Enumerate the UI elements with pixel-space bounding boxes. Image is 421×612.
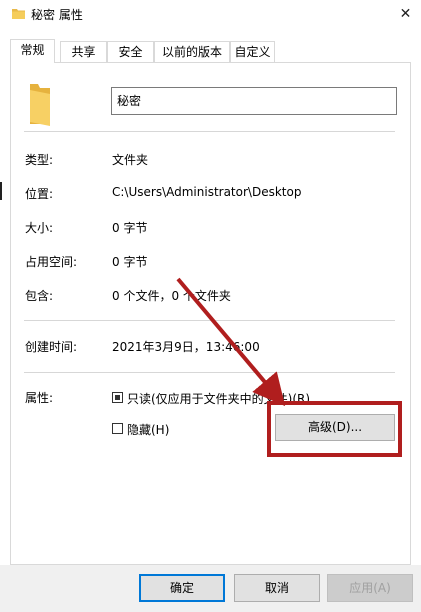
annotation-highlight-box (267, 401, 402, 457)
apply-button[interactable]: 应用(A) (327, 574, 413, 602)
ok-button[interactable]: 确定 (139, 574, 225, 602)
cancel-button[interactable]: 取消 (234, 574, 320, 602)
tab-general[interactable]: 常规 (10, 39, 55, 63)
annotation-arrow (176, 277, 286, 407)
